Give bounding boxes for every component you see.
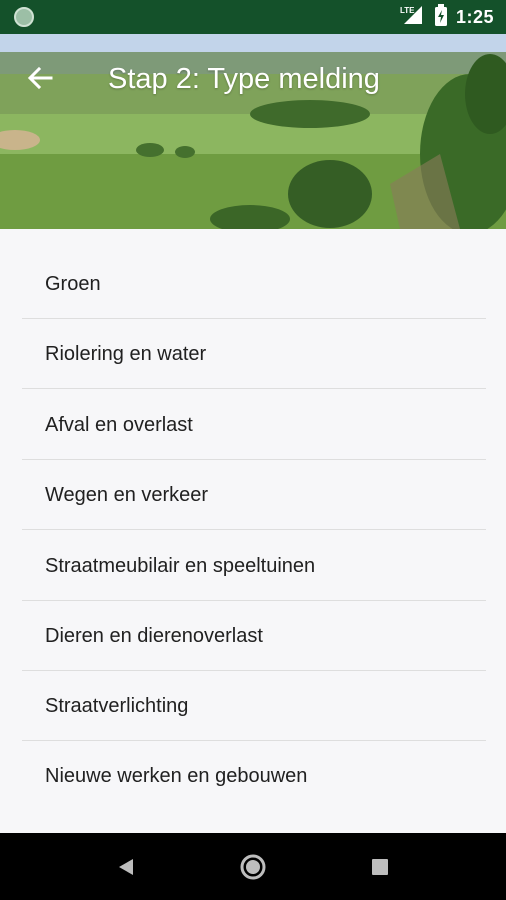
list-item-afval-en-overlast[interactable]: Afval en overlast	[22, 390, 486, 460]
list-item-nieuwe-werken-en-gebouwen[interactable]: Nieuwe werken en gebouwen	[22, 741, 486, 811]
list-item-label: Wegen en verkeer	[45, 484, 209, 506]
list-item-label: Straatmeubilair en speeltuinen	[45, 555, 316, 577]
battery-charging-icon	[434, 3, 448, 31]
nav-back-button[interactable]	[106, 848, 146, 886]
list-item-riolering-en-water[interactable]: Riolering en water	[22, 319, 486, 389]
list-item-label: Straatverlichting	[45, 695, 189, 717]
back-triangle-icon	[119, 859, 133, 875]
clock: 1:25	[455, 6, 494, 27]
list-item-groen[interactable]: Groen	[22, 249, 486, 319]
divider	[22, 529, 486, 530]
app-bar: Stap 2: Type melding	[0, 56, 506, 100]
nav-home-button[interactable]	[233, 848, 273, 886]
list-item-label: Nieuwe werken en gebouwen	[45, 765, 308, 787]
notification-icon	[14, 7, 34, 27]
list-item-label: Dieren en dierenoverlast	[45, 625, 263, 647]
category-list: Groen Riolering en water Afval en overla…	[0, 229, 506, 833]
nav-recents-button[interactable]	[360, 848, 400, 886]
list-item-straatverlichting[interactable]: Straatverlichting	[22, 671, 486, 741]
back-button[interactable]	[20, 62, 60, 94]
signal-icon: LTE	[400, 4, 426, 31]
arrow-left-icon	[27, 66, 53, 90]
system-navigation-bar	[0, 833, 506, 900]
list-item-dieren-en-dierenoverlast[interactable]: Dieren en dierenoverlast	[22, 601, 486, 671]
status-icons: LTE 1:25	[400, 0, 494, 34]
recents-square-icon	[372, 859, 388, 875]
list-item-label: Groen	[45, 273, 101, 295]
status-bar: LTE 1:25	[0, 0, 506, 34]
list-item-label: Afval en overlast	[45, 414, 193, 436]
list-item-label: Riolering en water	[45, 343, 207, 365]
list-item-straatmeubilair-en-speeltuinen[interactable]: Straatmeubilair en speeltuinen	[22, 531, 486, 601]
header-banner: Stap 2: Type melding	[0, 34, 506, 229]
divider	[22, 388, 486, 389]
list-item-wegen-en-verkeer[interactable]: Wegen en verkeer	[22, 460, 486, 530]
home-circle-icon	[240, 854, 266, 880]
network-type-label: LTE	[400, 6, 415, 15]
page-title: Stap 2: Type melding	[108, 63, 380, 95]
